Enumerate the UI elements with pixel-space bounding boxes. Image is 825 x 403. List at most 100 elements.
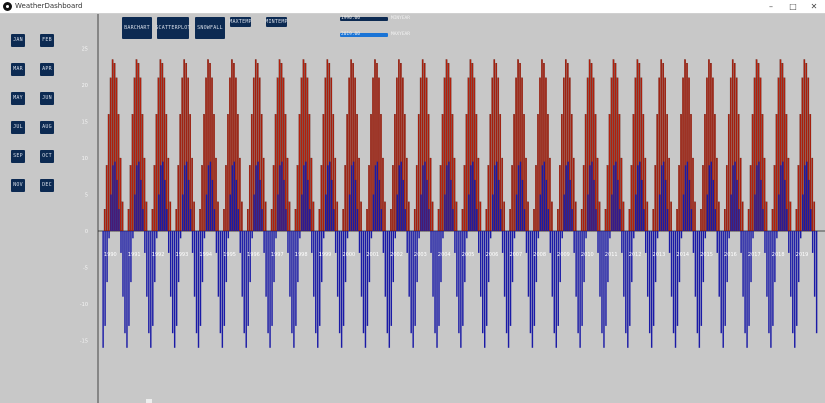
min-temp-bar <box>505 231 508 334</box>
max-temp-bar <box>537 114 539 232</box>
year-label: 2006 <box>486 252 499 258</box>
min-temp-bar <box>152 231 154 326</box>
min-temp-bar <box>422 165 424 231</box>
max-temp-bar <box>509 209 511 232</box>
min-temp-bar <box>660 165 663 231</box>
min-temp-bar <box>501 231 504 253</box>
min-temp-bar <box>585 231 587 239</box>
max-temp-bar <box>358 157 360 232</box>
max-temp-bar <box>392 165 394 232</box>
min-temp-bar <box>179 231 182 239</box>
max-temp-bar <box>286 157 289 232</box>
min-temp-bar <box>442 231 444 239</box>
min-temp-bar <box>438 231 440 326</box>
year-label: 2018 <box>772 252 785 258</box>
min-temp-bar <box>643 209 645 231</box>
min-temp-bar <box>386 231 389 334</box>
min-temp-bar <box>478 231 480 253</box>
max-temp-bar <box>217 201 219 232</box>
max-temp-bar <box>296 165 299 232</box>
min-temp-bar <box>792 231 794 334</box>
min-temp-bar <box>805 161 808 231</box>
max-temp-bar <box>747 209 750 232</box>
close-button[interactable]: ✕ <box>803 0 825 13</box>
min-temp-bar <box>398 165 400 231</box>
min-temp-bar <box>185 161 188 231</box>
min-temp-bar <box>509 231 512 326</box>
min-temp-bar <box>704 231 707 239</box>
min-temp-bar <box>603 231 605 348</box>
min-temp-bar <box>376 161 379 231</box>
min-temp-bar <box>173 231 176 348</box>
min-temp-bar <box>768 231 770 334</box>
max-temp-bar <box>739 157 742 232</box>
minimize-button[interactable]: – <box>760 0 782 13</box>
max-temp-bar <box>551 201 553 232</box>
min-temp-bar <box>748 231 750 326</box>
max-temp-bar <box>749 165 752 232</box>
min-temp-bar <box>629 231 631 326</box>
min-temp-bar <box>374 165 377 231</box>
min-temp-bar <box>712 179 714 231</box>
window-title: WeatherDashboard <box>15 2 83 10</box>
max-temp-bar <box>727 114 730 232</box>
min-temp-bar <box>690 209 693 231</box>
max-temp-bar <box>656 114 659 232</box>
max-temp-bar <box>582 165 585 232</box>
year-label: 2014 <box>676 252 689 258</box>
max-temp-bar <box>288 201 291 232</box>
max-temp-bar <box>394 114 396 232</box>
max-temp-bar <box>704 114 706 232</box>
min-temp-bar <box>444 194 446 231</box>
max-temp-bar <box>501 157 504 232</box>
min-temp-bar <box>142 209 144 231</box>
max-temp-bar <box>191 157 193 232</box>
min-temp-bar <box>652 231 655 326</box>
min-temp-bar <box>754 194 756 231</box>
max-temp-bar <box>320 165 323 232</box>
min-temp-bar <box>480 231 482 297</box>
maximize-button[interactable]: □ <box>782 0 804 13</box>
min-temp-bar <box>102 231 104 348</box>
max-temp-bar <box>465 114 468 232</box>
min-temp-bar <box>573 231 575 253</box>
min-temp-bar <box>317 231 319 348</box>
min-temp-bar <box>482 231 484 334</box>
max-temp-bar <box>310 157 313 232</box>
max-temp-bar <box>415 165 418 232</box>
min-temp-bar <box>181 194 184 231</box>
min-temp-bar <box>275 231 277 239</box>
max-temp-bar <box>370 114 372 232</box>
max-temp-bar <box>322 114 325 232</box>
min-temp-bar <box>323 231 325 239</box>
max-temp-bar <box>580 209 583 232</box>
max-temp-bar <box>598 201 601 232</box>
min-temp-bar <box>247 231 249 326</box>
min-temp-bar <box>503 231 506 297</box>
max-temp-bar <box>127 209 130 232</box>
max-temp-bar <box>366 209 368 232</box>
min-temp-bar <box>591 161 593 231</box>
max-temp-bar <box>250 114 253 232</box>
min-temp-bar <box>199 231 202 326</box>
min-temp-bar <box>412 231 414 348</box>
min-temp-bar <box>388 231 391 348</box>
min-temp-bar <box>237 209 239 231</box>
min-temp-bar <box>758 161 760 231</box>
min-temp-bar <box>770 231 772 348</box>
max-temp-bar <box>199 209 201 232</box>
min-temp-bar <box>382 231 385 253</box>
min-temp-bar <box>813 231 816 297</box>
temperature-bar-chart: 2520151050-5-10-151990 1991 1992 1993 1994 19… <box>80 14 825 403</box>
min-temp-bar <box>474 179 476 231</box>
min-temp-bar <box>462 231 464 326</box>
max-temp-bar <box>294 209 297 232</box>
max-temp-bar <box>107 114 110 232</box>
max-temp-bar <box>437 209 440 232</box>
max-temp-bar <box>694 201 696 232</box>
min-temp-bar <box>454 231 456 253</box>
year-label: 2008 <box>533 252 546 258</box>
max-temp-bar <box>771 209 774 232</box>
year-label: 2013 <box>653 252 666 258</box>
scroll-indicator <box>146 399 152 403</box>
